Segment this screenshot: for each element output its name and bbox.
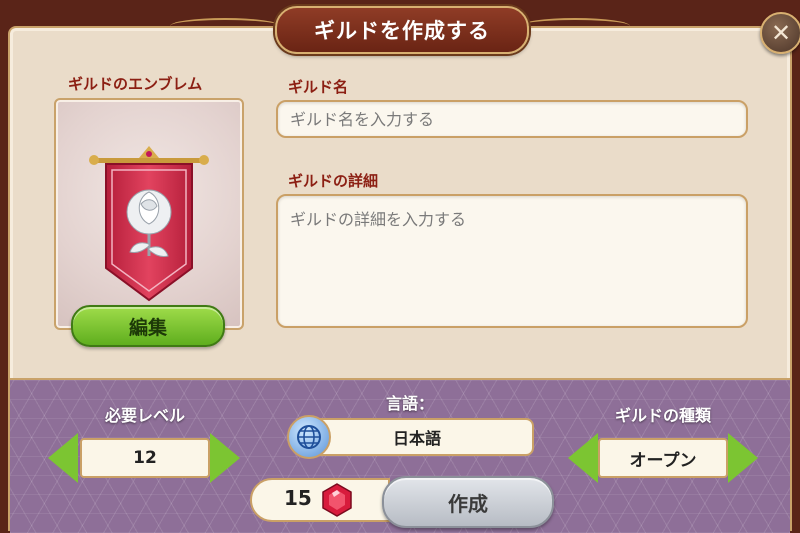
guild-detail-label: ギルドの詳細 xyxy=(288,172,379,190)
title-flourish-right xyxy=(520,18,630,34)
language-globe-button[interactable] xyxy=(287,415,331,459)
dialog-title: ギルドを作成する xyxy=(275,6,529,54)
guild-name-label: ギルド名 xyxy=(288,78,349,96)
emblem-preview xyxy=(54,98,244,330)
create-guild-button[interactable]: 作成 xyxy=(382,476,554,528)
title-flourish-left xyxy=(170,18,280,34)
edit-emblem-button[interactable]: 編集 xyxy=(71,305,225,347)
guild-type-next-button[interactable] xyxy=(728,433,758,483)
language-select[interactable]: 日本語 xyxy=(300,418,534,456)
ruby-cost: 15 xyxy=(284,486,312,510)
level-decrease-button[interactable] xyxy=(48,433,78,483)
emblem-label: ギルドのエンブレム xyxy=(68,75,203,93)
guild-type-prev-button[interactable] xyxy=(568,433,598,483)
globe-icon xyxy=(297,425,321,449)
required-level-label: 必要レベル xyxy=(104,406,185,425)
rose-banner-icon xyxy=(89,146,209,302)
language-label: 言語： xyxy=(385,394,434,413)
guild-type-label: ギルドの種類 xyxy=(614,406,711,425)
guild-name-input[interactable] xyxy=(276,100,748,138)
guild-type-value: オープン xyxy=(598,438,728,478)
ruby-gem-icon xyxy=(322,483,352,517)
required-level-value: 12 xyxy=(80,438,210,478)
close-icon: ✕ xyxy=(770,19,792,47)
level-increase-button[interactable] xyxy=(210,433,240,483)
guild-detail-input[interactable] xyxy=(276,194,748,328)
close-button[interactable]: ✕ xyxy=(760,12,800,54)
